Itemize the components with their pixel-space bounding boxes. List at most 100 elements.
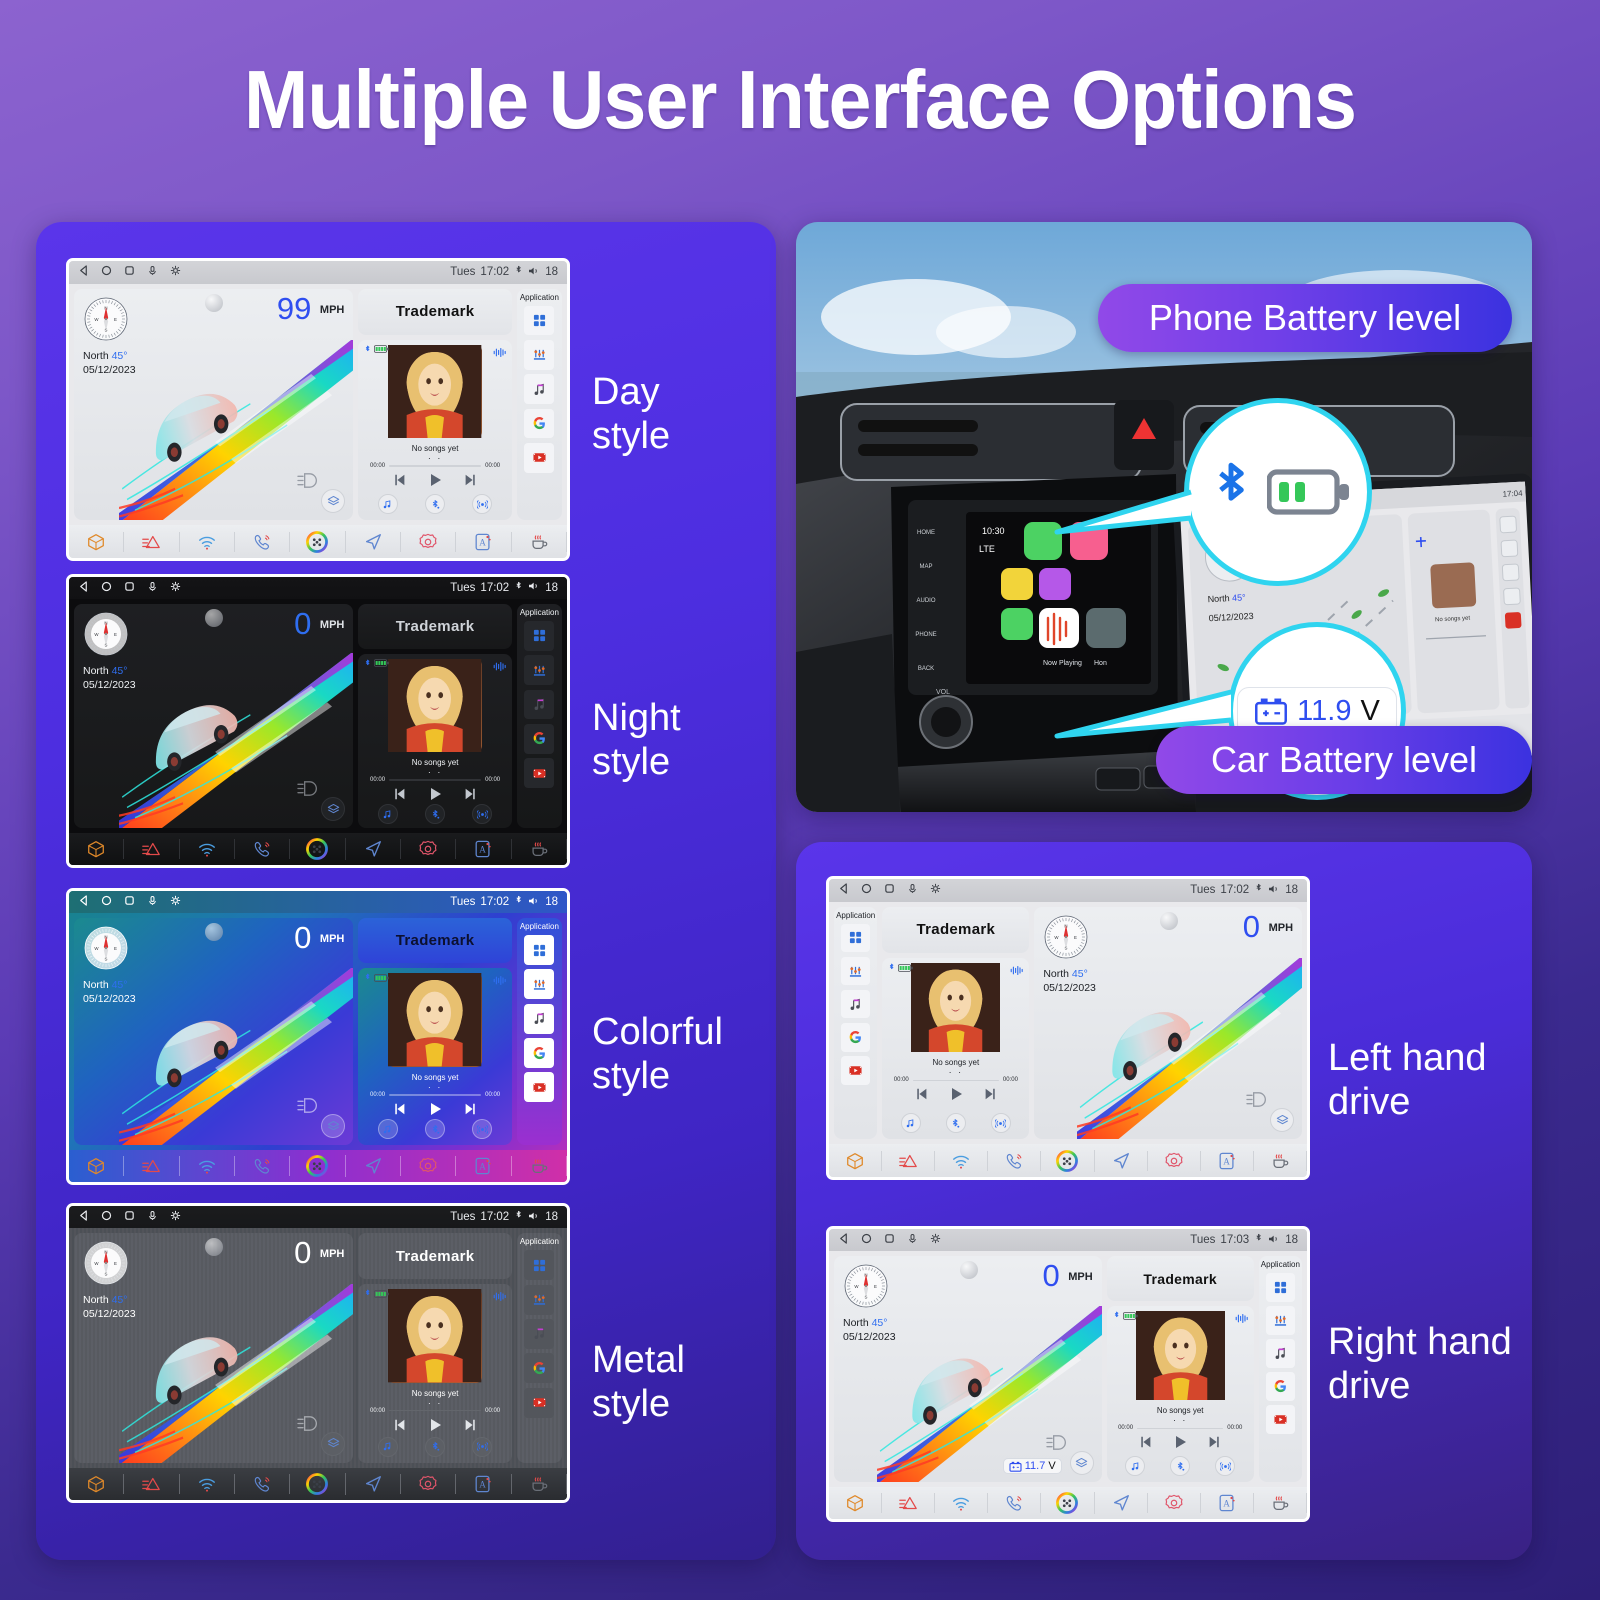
- bottom-menu-icon[interactable]: [882, 1150, 936, 1171]
- speedometer-widget[interactable]: NE SW North 45° 05/12/2023 0 MPH: [834, 1256, 1102, 1483]
- bottom-settings-icon[interactable]: [1148, 1493, 1201, 1514]
- bottom-app-editor-icon[interactable]: A: [456, 1156, 512, 1176]
- bottom-heater-icon[interactable]: [1254, 1150, 1307, 1171]
- radio-icon[interactable]: [472, 1436, 493, 1457]
- bottom-app-editor-icon[interactable]: A: [1201, 1493, 1254, 1514]
- bluetooth-audio-icon[interactable]: [425, 1119, 446, 1139]
- back-icon[interactable]: [838, 1233, 849, 1247]
- brightness-icon[interactable]: [170, 1210, 181, 1224]
- bluetooth-audio-icon[interactable]: [945, 1113, 966, 1134]
- brightness-icon[interactable]: [170, 895, 181, 909]
- speedometer-widget[interactable]: NE SW North 45° 05/12/2023 99 MPH: [74, 288, 354, 521]
- app-google-icon[interactable]: [1266, 1372, 1295, 1401]
- bottom-apps-ring-icon[interactable]: [1041, 1149, 1095, 1172]
- layers-icon[interactable]: [321, 1431, 346, 1456]
- bottom-menu-icon[interactable]: [124, 531, 180, 552]
- bottom-menu-icon[interactable]: [882, 1493, 936, 1514]
- bottom-heater-icon[interactable]: [512, 1473, 567, 1494]
- next-track-icon[interactable]: [463, 473, 477, 487]
- home-icon[interactable]: [101, 895, 112, 909]
- bluetooth-audio-icon[interactable]: [425, 494, 446, 515]
- home-icon[interactable]: [101, 265, 112, 279]
- headlight-icon[interactable]: [1246, 1092, 1268, 1108]
- bottom-settings-icon[interactable]: [401, 839, 457, 860]
- media-player-widget[interactable]: No songs yet · · 00:00 00:00: [1106, 1306, 1254, 1483]
- app-equalizer-icon[interactable]: [524, 969, 555, 1000]
- head-unit-screen-lhd[interactable]: Tues 17:02 18 Application Trademark No s…: [826, 876, 1310, 1180]
- app-equalizer-icon[interactable]: [524, 655, 555, 686]
- home-icon[interactable]: [861, 1233, 872, 1247]
- bottom-cube-icon[interactable]: [69, 839, 125, 860]
- bottom-navigation-icon[interactable]: [1095, 1493, 1148, 1514]
- bottom-app-editor-icon[interactable]: A: [456, 531, 512, 552]
- head-unit-screen-day[interactable]: Tues 17:02 18 NE SW North 45° 05/12/2023…: [66, 258, 570, 561]
- headlight-icon[interactable]: [297, 781, 319, 797]
- app-youtube-icon[interactable]: [1266, 1405, 1295, 1434]
- bottom-phone-icon[interactable]: [235, 1473, 291, 1494]
- bottom-heater-icon[interactable]: [512, 839, 567, 860]
- brightness-icon[interactable]: [170, 265, 181, 279]
- brightness-icon[interactable]: [170, 581, 181, 595]
- bottom-menu-icon[interactable]: [124, 839, 180, 860]
- recents-icon[interactable]: [124, 1210, 135, 1224]
- back-icon[interactable]: [838, 883, 849, 897]
- bottom-wifi-icon[interactable]: [935, 1493, 989, 1514]
- speedometer-widget[interactable]: NE SW North 45° 05/12/2023 0 MPH: [74, 1233, 354, 1463]
- next-track-icon[interactable]: [463, 1102, 477, 1116]
- app-music-note-icon[interactable]: [841, 989, 870, 1019]
- app-equalizer-icon[interactable]: [524, 1284, 555, 1315]
- bluetooth-audio-icon[interactable]: [1170, 1456, 1191, 1477]
- app-equalizer-icon[interactable]: [524, 339, 555, 370]
- audio-wave-icon[interactable]: [493, 1289, 506, 1307]
- radio-icon[interactable]: [472, 1119, 493, 1139]
- speedometer-widget[interactable]: NE SW North 45° 05/12/2023 0 MPH: [1034, 906, 1303, 1140]
- media-progress[interactable]: 00:00 00:00: [370, 463, 500, 469]
- media-player-widget[interactable]: No songs yet · · 00:00 00:00: [882, 958, 1030, 1140]
- app-youtube-icon[interactable]: [841, 1056, 870, 1085]
- bottom-menu-icon[interactable]: [124, 1473, 180, 1494]
- bottom-settings-icon[interactable]: [401, 1156, 457, 1176]
- bottom-settings-icon[interactable]: [401, 1473, 457, 1494]
- bottom-wifi-icon[interactable]: [180, 839, 235, 860]
- radio-icon[interactable]: [990, 1113, 1011, 1134]
- music-source-icon[interactable]: [1125, 1456, 1146, 1477]
- recents-icon[interactable]: [124, 581, 135, 595]
- bottom-apps-ring-icon[interactable]: [1041, 1492, 1095, 1515]
- bottom-app-editor-icon[interactable]: A: [456, 1473, 512, 1494]
- home-icon[interactable]: [101, 581, 112, 595]
- app-equalizer-icon[interactable]: [841, 956, 870, 986]
- mic-icon[interactable]: [147, 581, 158, 595]
- bottom-wifi-icon[interactable]: [180, 1156, 235, 1176]
- play-icon[interactable]: [427, 786, 443, 802]
- media-player-widget[interactable]: No songs yet · · 00:00 00:00: [358, 968, 512, 1145]
- bluetooth-audio-icon[interactable]: [425, 1436, 446, 1457]
- bottom-apps-ring-icon[interactable]: [290, 1155, 346, 1177]
- head-unit-screen-night[interactable]: Tues 17:02 18 NE SW North 45° 05/12/2023…: [66, 574, 570, 868]
- app-youtube-icon[interactable]: [524, 1387, 555, 1418]
- bottom-cube-icon[interactable]: [829, 1493, 883, 1514]
- recents-icon[interactable]: [124, 895, 135, 909]
- home-icon[interactable]: [101, 1210, 112, 1224]
- previous-track-icon[interactable]: [393, 473, 407, 487]
- media-player-widget[interactable]: No songs yet · · 00:00 00:00: [358, 653, 512, 829]
- media-progress[interactable]: 00:00 00:00: [894, 1077, 1018, 1083]
- headlight-icon[interactable]: [297, 1098, 319, 1113]
- app-apps-grid-icon[interactable]: [524, 935, 555, 965]
- app-music-note-icon[interactable]: [524, 1003, 555, 1034]
- bottom-settings-icon[interactable]: [1148, 1150, 1201, 1171]
- music-source-icon[interactable]: [377, 1119, 398, 1139]
- mic-icon[interactable]: [147, 1210, 158, 1224]
- bottom-navigation-icon[interactable]: [346, 1473, 401, 1494]
- previous-track-icon[interactable]: [1139, 1435, 1153, 1449]
- head-unit-screen-rhd[interactable]: Tues 17:03 18 NE SW North 45° 05/12/2023…: [826, 1226, 1310, 1522]
- brightness-icon[interactable]: [930, 1233, 941, 1247]
- back-icon[interactable]: [78, 895, 89, 909]
- mic-icon[interactable]: [907, 1233, 918, 1247]
- home-icon[interactable]: [861, 883, 872, 897]
- next-track-icon[interactable]: [463, 1418, 477, 1432]
- recents-icon[interactable]: [124, 265, 135, 279]
- headlight-icon[interactable]: [1046, 1435, 1068, 1450]
- bottom-menu-icon[interactable]: [124, 1156, 180, 1176]
- bottom-settings-icon[interactable]: [401, 531, 457, 552]
- bottom-apps-ring-icon[interactable]: [290, 838, 346, 861]
